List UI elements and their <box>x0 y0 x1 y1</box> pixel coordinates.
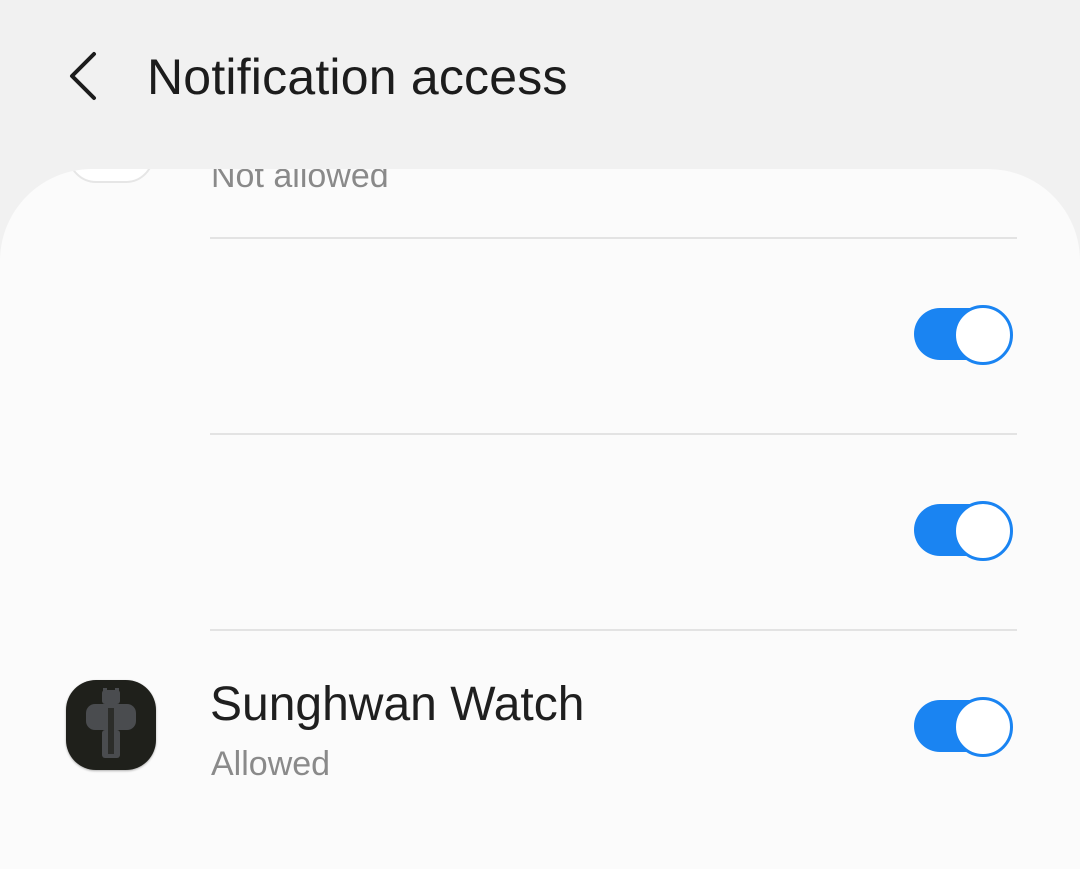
list-item[interactable]: Not allowed <box>0 169 1080 239</box>
app-name: Sunghwan Watch <box>210 678 585 731</box>
toggle-knob <box>953 697 1013 757</box>
page-title: Notification access <box>147 49 568 105</box>
toggle-knob <box>953 305 1013 365</box>
chevron-left-icon <box>70 52 96 100</box>
list-item[interactable] <box>0 435 1080 629</box>
notification-access-toggle[interactable] <box>914 305 1013 365</box>
notification-access-toggle[interactable] <box>914 501 1013 561</box>
app-status: Allowed <box>211 745 331 783</box>
app-bar: Notification access <box>0 0 1080 168</box>
watch-icon <box>66 680 156 770</box>
toggle-knob <box>953 501 1013 561</box>
app-list: Not allowed Sunghwan Watch Allowed <box>0 169 1080 869</box>
notification-access-toggle[interactable] <box>914 697 1013 757</box>
back-button[interactable] <box>52 40 116 112</box>
list-item[interactable] <box>0 239 1080 433</box>
list-item[interactable]: Sunghwan Watch Allowed <box>0 631 1080 831</box>
app-icon <box>68 169 154 183</box>
app-status: Not allowed <box>211 169 389 195</box>
